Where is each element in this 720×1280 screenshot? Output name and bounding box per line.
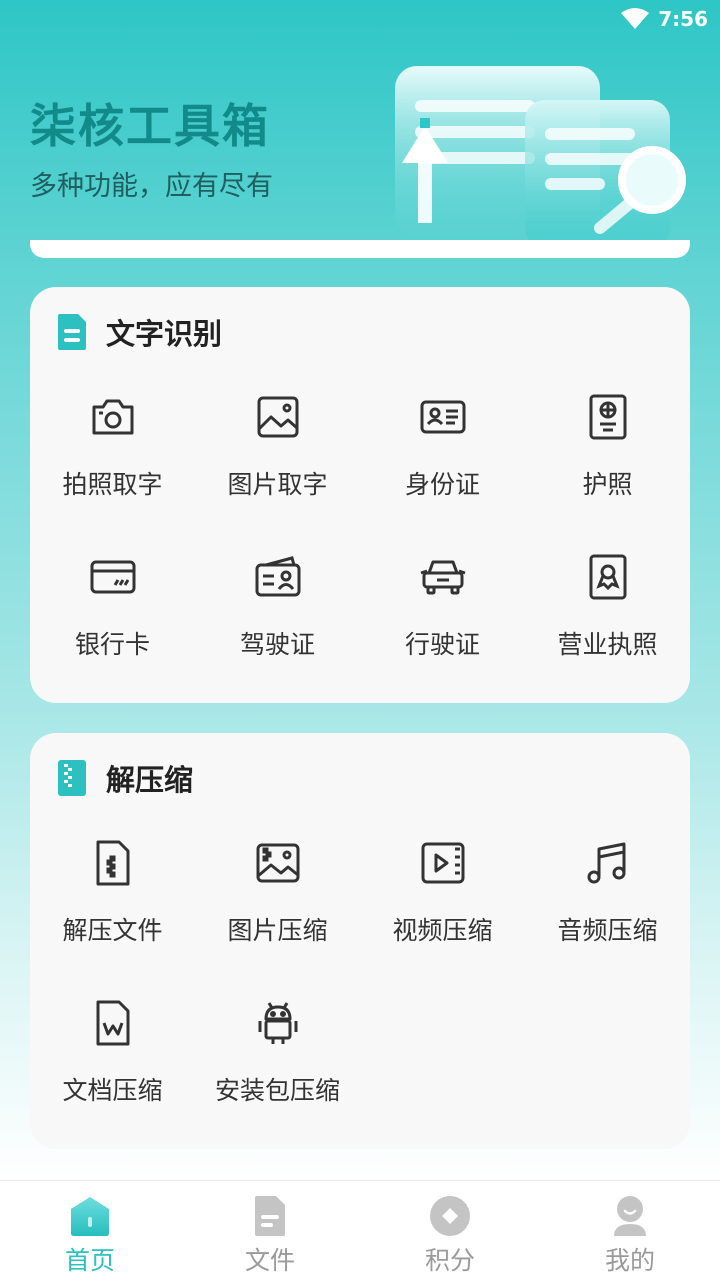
word-doc-icon [96, 1000, 129, 1046]
tool-label: 身份证 [404, 470, 480, 499]
tab-label: 首页 [64, 1246, 115, 1275]
app-title: 柒核工具箱 [30, 99, 270, 153]
ocr-section-header: 文字识别 [58, 311, 222, 353]
android-icon [258, 1002, 297, 1044]
zip-file-icon [96, 840, 129, 886]
compress-section-header: 解压缩 [58, 757, 193, 799]
tool-label: 文档压缩 [62, 1076, 163, 1105]
tool-unzip-file[interactable]: 解压文件 [30, 823, 195, 983]
car-icon [420, 560, 465, 595]
tab-label: 文件 [244, 1246, 295, 1275]
bank-card-icon [90, 560, 135, 594]
home-icon [71, 1197, 109, 1236]
tab-files[interactable]: 文件 [180, 1181, 360, 1280]
tool-driver-license[interactable]: 驾驶证 [195, 537, 360, 697]
tab-profile[interactable]: 我的 [540, 1181, 720, 1280]
compress-section-title: 解压缩 [106, 763, 194, 797]
tool-label: 解压文件 [62, 916, 163, 945]
tool-label: 营业执照 [557, 630, 658, 659]
wifi-icon [621, 8, 650, 29]
tool-label: 图片压缩 [227, 916, 328, 945]
tool-apk-compress[interactable]: 安装包压缩 [195, 983, 360, 1143]
tool-image-compress[interactable]: 图片压缩 [195, 823, 360, 983]
tool-id-card[interactable]: 身份证 [360, 377, 525, 537]
tool-label: 拍照取字 [62, 470, 163, 499]
compress-section: 解压缩 解压文件 图片压缩 视频压缩 音频压缩 文档压缩 安装包压缩 [30, 733, 690, 1149]
video-icon [421, 842, 464, 884]
tool-image-text[interactable]: 图片取字 [195, 377, 360, 537]
tool-label: 护照 [582, 470, 633, 499]
compress-grid: 解压文件 图片压缩 视频压缩 音频压缩 文档压缩 安装包压缩 [30, 823, 690, 1143]
points-icon [430, 1196, 470, 1236]
tool-label: 安装包压缩 [214, 1076, 340, 1105]
image-icon [257, 396, 298, 438]
tool-label: 音频压缩 [557, 916, 658, 945]
ocr-grid: 拍照取字 图片取字 身份证 护照 银行卡 驾驶证 行驶证 营业执照 [30, 377, 690, 697]
zip-icon [58, 760, 86, 796]
tab-points[interactable]: 积分 [360, 1181, 540, 1280]
tool-label: 银行卡 [74, 630, 150, 659]
business-license-icon [589, 554, 626, 600]
profile-icon [614, 1196, 646, 1236]
tab-home[interactable]: 首页 [0, 1181, 180, 1280]
tool-label: 行驶证 [404, 630, 480, 659]
camera-icon [92, 399, 133, 435]
tool-business-license[interactable]: 营业执照 [525, 537, 690, 697]
tab-label: 我的 [604, 1246, 655, 1275]
ocr-section: 文字识别 拍照取字 图片取字 身份证 护照 银行卡 驾驶证 行驶证 营业执照 [30, 287, 690, 703]
music-icon [587, 842, 625, 884]
tool-passport[interactable]: 护照 [525, 377, 690, 537]
hero-divider [30, 240, 690, 258]
file-icon [255, 1196, 285, 1236]
ocr-section-title: 文字识别 [106, 317, 223, 351]
bottom-tab-bar: 首页 文件 积分 我的 [0, 1180, 720, 1280]
tool-label: 视频压缩 [392, 916, 493, 945]
documents-illustration-icon [395, 66, 686, 248]
tool-bank-card[interactable]: 银行卡 [30, 537, 195, 697]
hero-banner: 柒核工具箱 多种功能，应有尽有 [0, 38, 720, 258]
document-icon [58, 314, 86, 350]
tool-video-compress[interactable]: 视频压缩 [360, 823, 525, 983]
image-compress-icon [256, 843, 299, 883]
tool-audio-compress[interactable]: 音频压缩 [525, 823, 690, 983]
passport-icon [589, 394, 626, 440]
app-subtitle: 多种功能，应有尽有 [30, 171, 273, 202]
tool-label: 图片取字 [227, 470, 328, 499]
status-time: 7:56 [658, 7, 708, 31]
id-card-icon [420, 400, 465, 434]
driver-license-icon [255, 556, 300, 597]
status-bar: 7:56 [0, 0, 720, 38]
tool-photo-text[interactable]: 拍照取字 [30, 377, 195, 537]
tool-vehicle-license[interactable]: 行驶证 [360, 537, 525, 697]
tool-doc-compress[interactable]: 文档压缩 [30, 983, 195, 1143]
tab-label: 积分 [424, 1246, 475, 1275]
tool-label: 驾驶证 [239, 630, 315, 659]
